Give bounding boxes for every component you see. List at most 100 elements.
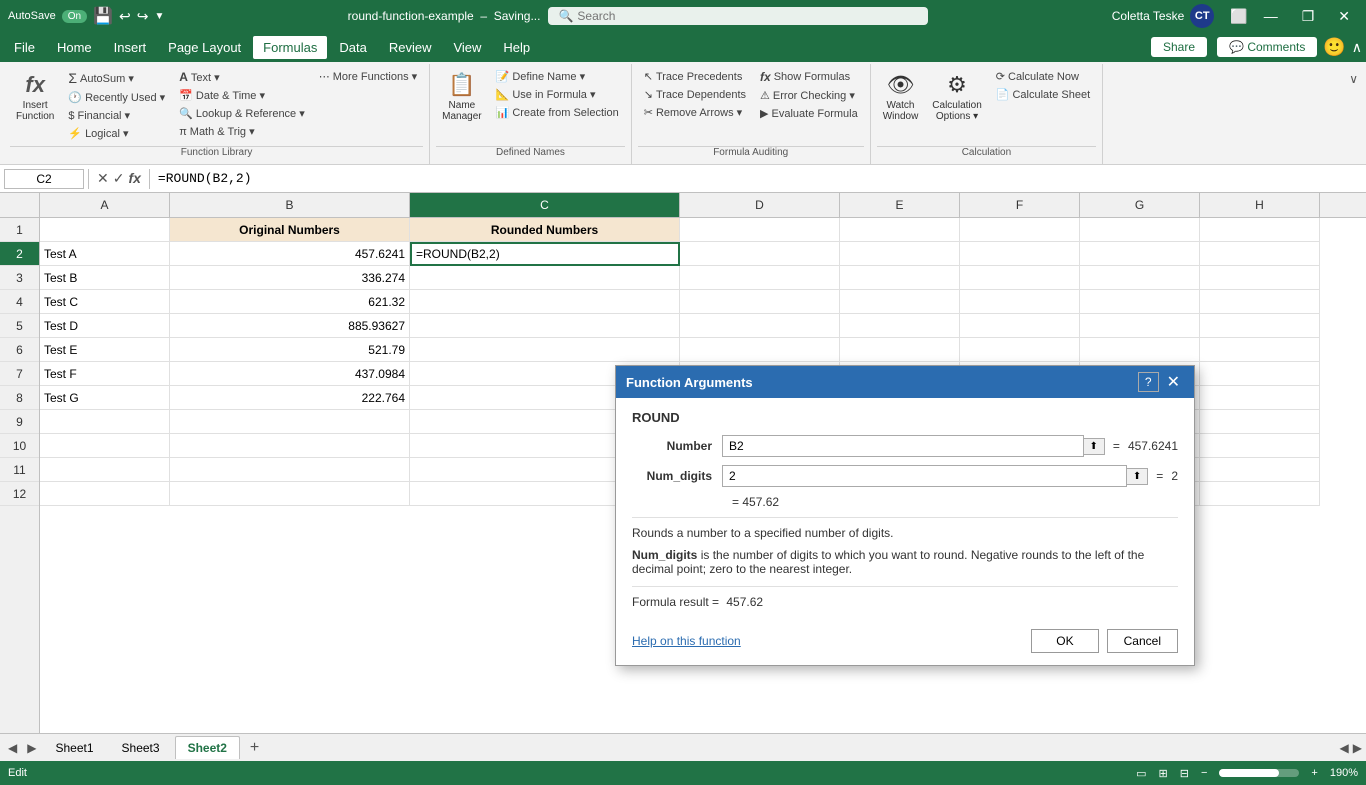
- zoom-in-icon[interactable]: +: [1311, 767, 1317, 779]
- sheet-tab-sheet2[interactable]: Sheet2: [175, 736, 240, 759]
- cell-b4[interactable]: 621.32: [170, 290, 410, 314]
- comments-button[interactable]: 💬 Comments: [1217, 37, 1317, 57]
- name-manager-button[interactable]: 📋 NameManager: [436, 68, 487, 126]
- cell-a3[interactable]: Test B: [40, 266, 170, 290]
- col-header-d[interactable]: D: [680, 193, 840, 217]
- cell-a4[interactable]: Test C: [40, 290, 170, 314]
- math-trig-button[interactable]: π Math & Trig ▾: [173, 123, 311, 140]
- text-button[interactable]: A Text ▾: [173, 68, 311, 86]
- cell-b3[interactable]: 336.274: [170, 266, 410, 290]
- undo-icon[interactable]: ↩: [119, 8, 131, 25]
- cell-b5[interactable]: 885.93627: [170, 314, 410, 338]
- row-num-7[interactable]: 7: [0, 362, 39, 386]
- scroll-sheets-left[interactable]: ◀: [4, 741, 21, 755]
- add-sheet-button[interactable]: +: [242, 737, 267, 759]
- scroll-left-icon[interactable]: ◀: [1340, 741, 1349, 755]
- formula-input[interactable]: [154, 171, 1362, 186]
- cell-f5[interactable]: [960, 314, 1080, 338]
- cell-f6[interactable]: [960, 338, 1080, 362]
- cell-b8[interactable]: 222.764: [170, 386, 410, 410]
- remove-arrows-button[interactable]: ✂ Remove Arrows ▾: [638, 104, 752, 121]
- cell-c6[interactable]: [410, 338, 680, 362]
- insert-function-button[interactable]: fx InsertFunction: [10, 68, 60, 126]
- scroll-right-icon[interactable]: ▶: [1353, 741, 1362, 755]
- scroll-sheets-right[interactable]: ▶: [23, 741, 40, 755]
- row-num-1[interactable]: 1: [0, 218, 39, 242]
- cancel-formula-icon[interactable]: ✕: [97, 170, 109, 187]
- share-button[interactable]: Share: [1151, 37, 1207, 57]
- cell-b6[interactable]: 521.79: [170, 338, 410, 362]
- menu-insert[interactable]: Insert: [104, 36, 157, 59]
- cell-g4[interactable]: [1080, 290, 1200, 314]
- zoom-slider[interactable]: [1219, 769, 1299, 777]
- cell-f2[interactable]: [960, 242, 1080, 266]
- cell-h9[interactable]: [1200, 410, 1320, 434]
- col-header-c[interactable]: C: [410, 193, 680, 217]
- dialog-numdigits-input[interactable]: [722, 465, 1127, 487]
- cell-h2[interactable]: [1200, 242, 1320, 266]
- lookup-reference-button[interactable]: 🔍 Lookup & Reference ▾: [173, 105, 311, 122]
- cell-e1[interactable]: [840, 218, 960, 242]
- use-in-formula-button[interactable]: 📐 Use in Formula ▾: [490, 86, 625, 103]
- cell-e3[interactable]: [840, 266, 960, 290]
- maximize-button[interactable]: ❐: [1294, 6, 1323, 27]
- cell-b10[interactable]: [170, 434, 410, 458]
- menu-formulas[interactable]: Formulas: [253, 36, 327, 59]
- insert-function-formula-icon[interactable]: fx: [128, 170, 140, 187]
- calculation-options-button[interactable]: ⚙ CalculationOptions ▾: [926, 68, 987, 126]
- watch-window-button[interactable]: 👁 WatchWindow: [877, 68, 925, 126]
- dialog-close-button[interactable]: ✕: [1163, 372, 1184, 392]
- error-checking-button[interactable]: ⚠ Error Checking ▾: [754, 87, 864, 104]
- view-normal-icon[interactable]: ▭: [1136, 767, 1146, 780]
- minimize-button[interactable]: —: [1256, 6, 1286, 26]
- cell-a6[interactable]: Test E: [40, 338, 170, 362]
- row-num-5[interactable]: 5: [0, 314, 39, 338]
- cell-a10[interactable]: [40, 434, 170, 458]
- cell-d2[interactable]: [680, 242, 840, 266]
- row-num-12[interactable]: 12: [0, 482, 39, 506]
- logical-button[interactable]: ⚡ Logical ▾: [62, 125, 171, 142]
- date-time-button[interactable]: 📅 Date & Time ▾: [173, 87, 311, 104]
- row-num-10[interactable]: 10: [0, 434, 39, 458]
- cell-h7[interactable]: [1200, 362, 1320, 386]
- cell-g6[interactable]: [1080, 338, 1200, 362]
- cell-a8[interactable]: Test G: [40, 386, 170, 410]
- col-header-a[interactable]: A: [40, 193, 170, 217]
- cell-b11[interactable]: [170, 458, 410, 482]
- name-box[interactable]: [4, 169, 84, 189]
- dialog-number-input[interactable]: [722, 435, 1084, 457]
- ok-button[interactable]: OK: [1031, 629, 1098, 653]
- cell-d6[interactable]: [680, 338, 840, 362]
- emoji-button[interactable]: 🙂: [1323, 37, 1345, 58]
- col-header-h[interactable]: H: [1200, 193, 1320, 217]
- menu-help[interactable]: Help: [493, 36, 540, 59]
- cell-a1[interactable]: [40, 218, 170, 242]
- menu-home[interactable]: Home: [47, 36, 102, 59]
- ribbon-display-icon[interactable]: ⬜: [1230, 8, 1247, 25]
- dialog-help-button[interactable]: ?: [1138, 372, 1159, 392]
- autosum-button[interactable]: Σ AutoSum ▾: [62, 68, 171, 88]
- cell-a12[interactable]: [40, 482, 170, 506]
- cell-h12[interactable]: [1200, 482, 1320, 506]
- define-name-button[interactable]: 📝 Define Name ▾: [490, 68, 625, 85]
- cell-a5[interactable]: Test D: [40, 314, 170, 338]
- cell-c2[interactable]: =ROUND(B2,2): [410, 242, 680, 266]
- create-from-selection-button[interactable]: 📊 Create from Selection: [490, 104, 625, 121]
- cell-d1[interactable]: [680, 218, 840, 242]
- recently-used-button[interactable]: 🕐 Recently Used ▾: [62, 89, 171, 106]
- zoom-level[interactable]: 190%: [1330, 767, 1358, 779]
- more-functions-button[interactable]: ⋯ More Functions ▾: [313, 68, 423, 85]
- menu-review[interactable]: Review: [379, 36, 442, 59]
- cell-h6[interactable]: [1200, 338, 1320, 362]
- cell-e5[interactable]: [840, 314, 960, 338]
- sheet-tab-sheet3[interactable]: Sheet3: [109, 736, 173, 759]
- cell-d4[interactable]: [680, 290, 840, 314]
- calculate-now-button[interactable]: ⟳ Calculate Now: [990, 68, 1096, 85]
- col-header-g[interactable]: G: [1080, 193, 1200, 217]
- cell-a9[interactable]: [40, 410, 170, 434]
- dialog-number-collapse-button[interactable]: ⬆: [1084, 438, 1105, 455]
- close-button[interactable]: ✕: [1330, 6, 1358, 27]
- view-page-break-icon[interactable]: ⊟: [1180, 767, 1189, 780]
- menu-page-layout[interactable]: Page Layout: [158, 36, 251, 59]
- row-num-6[interactable]: 6: [0, 338, 39, 362]
